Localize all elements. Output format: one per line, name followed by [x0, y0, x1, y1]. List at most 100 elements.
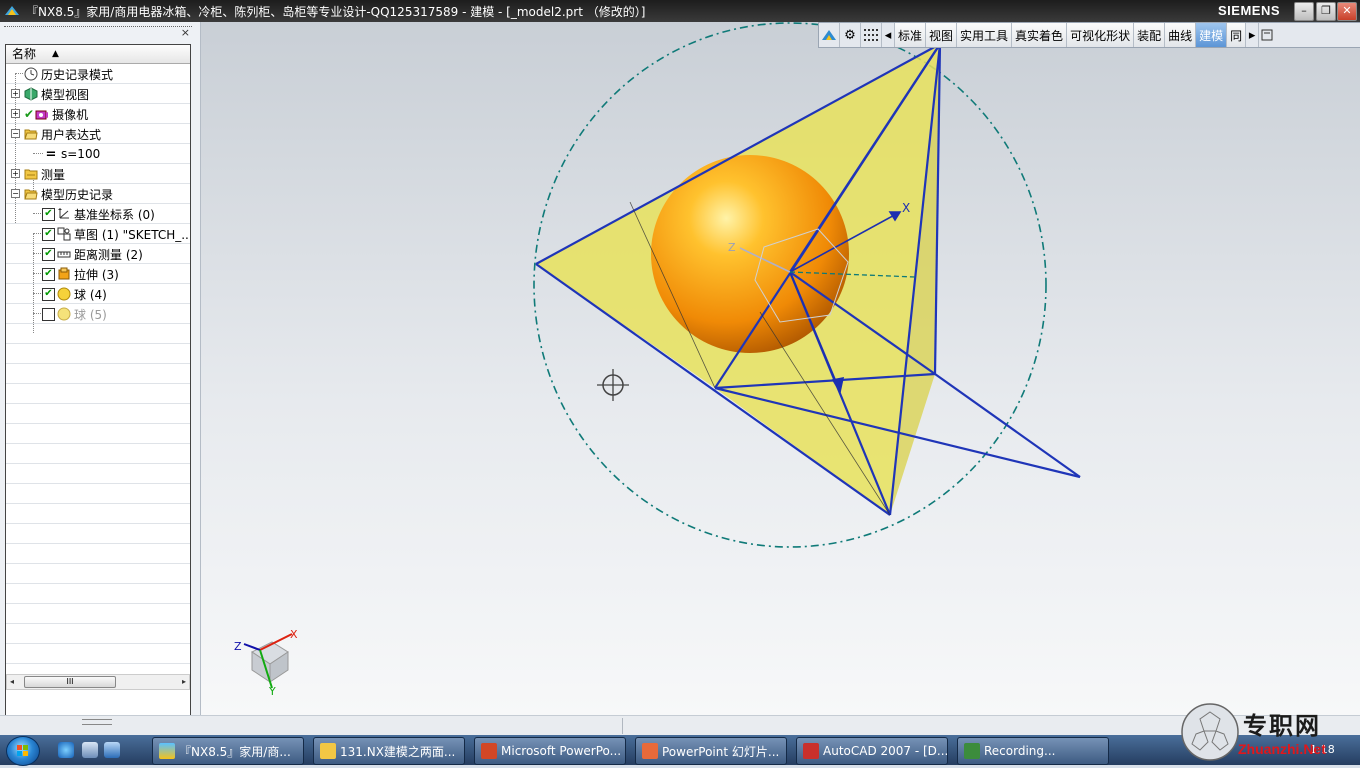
tree-row-label: 拉伸 (3) [74, 267, 119, 282]
tree-row-label: 草图 (1) "SKETCH_... [74, 227, 191, 242]
taskbar-item-label: 131.NX建模之两面... [340, 744, 456, 759]
tree-row-cameras[interactable]: + ✔ 摄像机 [6, 104, 190, 124]
taskbar-item-autocad[interactable]: AutoCAD 2007 - [D... [796, 737, 948, 765]
taskbar-item-recording[interactable]: Recording... [957, 737, 1109, 765]
tab-synchronous[interactable]: 同 [1227, 23, 1247, 47]
sphere-icon [57, 307, 71, 321]
panel-resize-grip[interactable] [82, 719, 112, 725]
windows-taskbar: 『NX8.5』家用/商... 131.NX建模之两面... Microsoft … [0, 735, 1360, 766]
graphics-window[interactable]: X Z X Z Y [200, 22, 1360, 715]
tree-row-sphere-5[interactable]: 球 (5) [6, 304, 190, 324]
tree-row-distance-measure[interactable]: ✔ 距离测量 (2) [6, 244, 190, 264]
tab-scroll-right-button[interactable]: ▸ [1246, 23, 1260, 47]
tab-utilities[interactable]: 实用工具 [957, 23, 1013, 47]
taskbar-item-nx[interactable]: 『NX8.5』家用/商... [152, 737, 304, 765]
scroll-right-arrow[interactable]: ▸ [182, 675, 186, 688]
column-header-name[interactable]: 名称 ▲ [6, 45, 190, 64]
taskbar-item-label: PowerPoint 幻灯片... [662, 744, 780, 759]
watermark-url: Zhuanzhi.Net [1238, 741, 1326, 757]
powerpoint-slide-icon [642, 743, 658, 759]
taskbar-item-powerpoint[interactable]: Microsoft PowerPo... [474, 737, 626, 765]
close-button[interactable]: ✕ [1337, 2, 1357, 21]
camera-icon [35, 110, 49, 120]
tab-true-shading[interactable]: 真实着色 [1012, 23, 1068, 47]
tree-row-history-mode[interactable]: 历史记录模式 [6, 64, 190, 84]
model-views-icon [24, 87, 38, 101]
navigator-tree[interactable]: 名称 ▲ 历史记录模式 + 模型视图 + ✔ 摄像机 − 用户表达式 = s=1… [5, 44, 191, 718]
collapse-icon[interactable]: − [11, 129, 20, 138]
tab-scroll-left-button[interactable]: ◂ [882, 23, 895, 47]
taskbar-item-label: 『NX8.5』家用/商... [179, 744, 291, 759]
collapse-icon[interactable]: − [11, 189, 20, 198]
tree-row-sphere-4[interactable]: ✔ 球 (4) [6, 284, 190, 304]
watermark-text: 专职网 [1243, 711, 1321, 740]
tree-row-label: 用户表达式 [41, 127, 102, 142]
scrollbar-thumb[interactable]: III [24, 676, 116, 688]
sphere-icon [57, 287, 71, 301]
model-viewport[interactable]: X Z X Z Y [200, 22, 1360, 715]
nx-logo-icon[interactable] [819, 23, 840, 47]
tree-row-expression-s[interactable]: = s=100 [6, 144, 190, 164]
tab-standard[interactable]: 标准 [895, 23, 927, 47]
tree-row-measurements[interactable]: + 测量 [6, 164, 190, 184]
expand-icon[interactable]: + [11, 169, 20, 178]
tree-row-sketch[interactable]: ✔ 草图 (1) "SKETCH_... [6, 224, 190, 244]
feature-visibility-checkbox[interactable]: ✔ [42, 287, 55, 301]
tab-view[interactable]: 视图 [926, 23, 958, 47]
sort-arrow-icon[interactable]: ▲ [52, 45, 59, 63]
restore-button[interactable]: ❐ [1316, 2, 1336, 21]
tab-visualize-shape[interactable]: 可视化形状 [1067, 23, 1135, 47]
clock-icon [24, 67, 38, 81]
autocad-icon [803, 743, 819, 759]
feature-visibility-checkbox[interactable] [42, 307, 55, 321]
tab-modeling[interactable]: 建模 [1196, 23, 1228, 47]
tree-row-extrude[interactable]: ✔ 拉伸 (3) [6, 264, 190, 284]
tree-row-label: 距离测量 (2) [74, 247, 143, 262]
tree-row-model-history[interactable]: − 模型历史记录 [6, 184, 190, 204]
navigator-grip[interactable] [4, 26, 192, 41]
switch-windows-icon[interactable] [104, 742, 120, 758]
crosshair-cursor-icon [597, 369, 629, 401]
window-title: 『NX8.5』家用/商用电器冰箱、冷柜、陈列柜、岛柜等专业设计-QQ125317… [26, 4, 646, 19]
tree-row-label: 球 (4) [74, 287, 107, 302]
gear-icon[interactable]: ⚙ [840, 23, 861, 47]
tree-row-label: 模型历史记录 [41, 187, 114, 202]
recording-icon [964, 743, 980, 759]
toolbar-options-icon[interactable] [1259, 23, 1275, 47]
expand-icon[interactable]: + [11, 89, 20, 98]
grid-icon[interactable] [861, 23, 882, 47]
taskbar-item-folder[interactable]: 131.NX建模之两面... [313, 737, 465, 765]
tree-row-datum-csys[interactable]: ✔ 基准坐标系 (0) [6, 204, 190, 224]
taskbar-item-powerpoint-slideshow[interactable]: PowerPoint 幻灯片... [635, 737, 787, 765]
scroll-left-arrow[interactable]: ◂ [10, 675, 14, 688]
csys-x-label: X [902, 201, 910, 215]
tab-assemblies[interactable]: 装配 [1134, 23, 1166, 47]
tab-curve[interactable]: 曲线 [1165, 23, 1197, 47]
folder-icon [320, 743, 336, 759]
tree-row-label: 基准坐标系 (0) [74, 207, 155, 222]
start-button[interactable] [6, 736, 40, 766]
feature-visibility-checkbox[interactable]: ✔ [42, 247, 55, 261]
taskbar-item-label: Microsoft PowerPo... [501, 744, 622, 758]
extrude-icon [58, 267, 70, 280]
tree-row-model-views[interactable]: + 模型视图 [6, 84, 190, 104]
feature-visibility-checkbox[interactable]: ✔ [42, 267, 55, 281]
expand-icon[interactable]: + [11, 109, 20, 118]
folder-icon [24, 169, 38, 180]
tree-row-user-expressions[interactable]: − 用户表达式 [6, 124, 190, 144]
navigator-close-button[interactable]: × [181, 26, 190, 39]
column-header-label: 名称 [12, 47, 37, 61]
show-desktop-icon[interactable] [82, 742, 98, 758]
feature-visibility-checkbox[interactable]: ✔ [42, 227, 55, 241]
windows-logo-icon [17, 745, 28, 756]
feature-visibility-checkbox[interactable]: ✔ [42, 207, 55, 221]
measure-distance-icon [57, 251, 71, 258]
part-navigator: × 名称 ▲ 历史记录模式 + 模型视图 + ✔ 摄像机 − 用户表达式 = s… [0, 22, 201, 718]
minimize-button[interactable]: – [1294, 2, 1314, 21]
tree-row-label: 测量 [41, 167, 66, 182]
navigator-horizontal-scrollbar[interactable]: ◂ III ▸ [6, 674, 190, 690]
siemens-brand: SIEMENS [1217, 3, 1280, 18]
internet-explorer-icon[interactable] [58, 742, 74, 758]
nx-logo-icon [5, 6, 19, 15]
triad-z-label: Z [234, 640, 242, 653]
